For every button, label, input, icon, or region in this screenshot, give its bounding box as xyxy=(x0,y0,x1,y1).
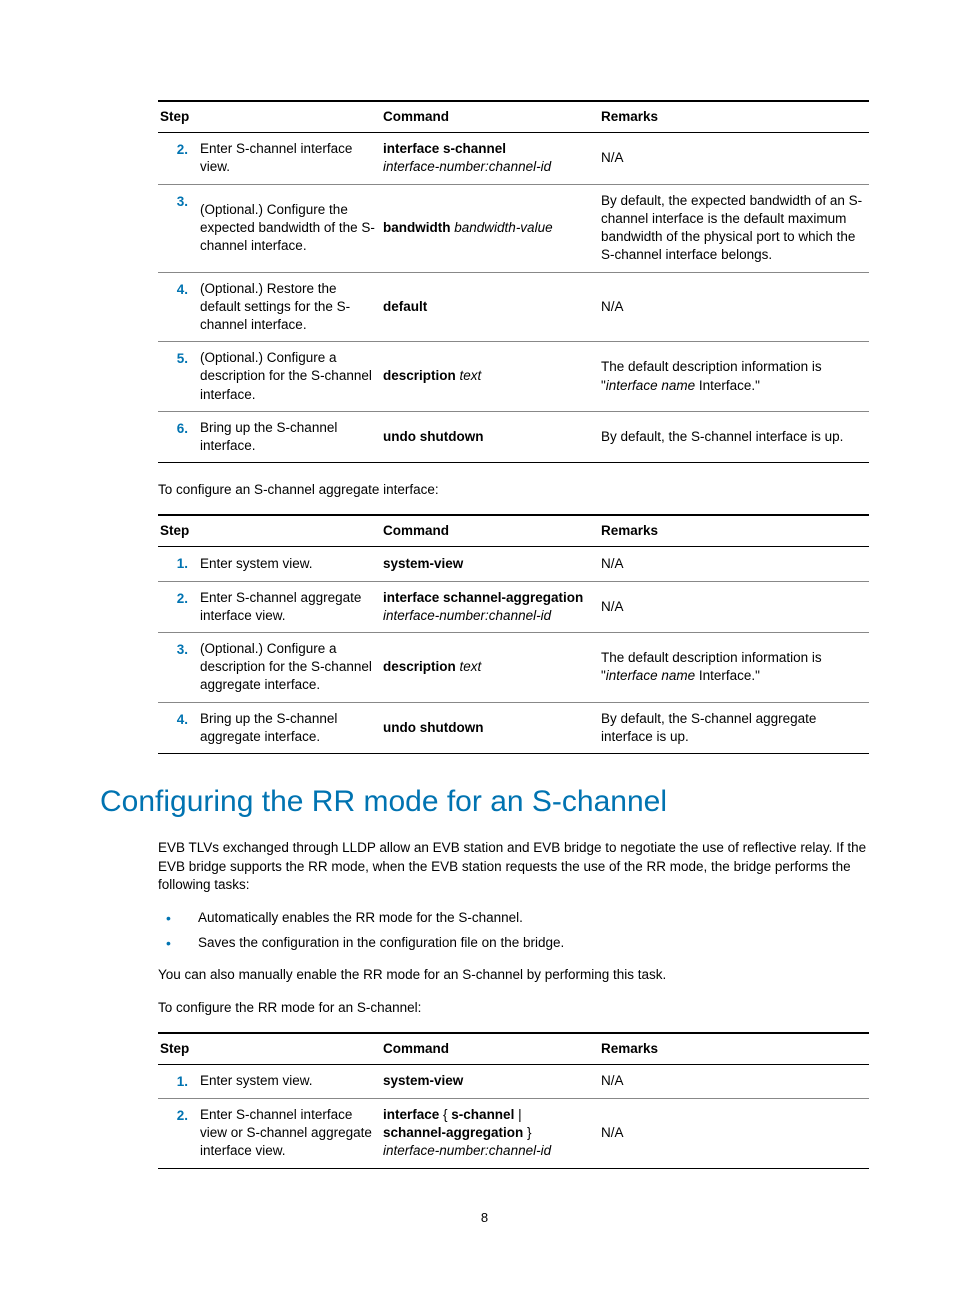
step-number: 4. xyxy=(158,272,198,342)
step-command: system-view xyxy=(381,547,599,581)
table-schannel-interface: Step Command Remarks 2. Enter S-channel … xyxy=(158,100,869,463)
step-number: 4. xyxy=(158,702,198,753)
table1-wrapper: Step Command Remarks 2. Enter S-channel … xyxy=(158,100,869,754)
step-command: default xyxy=(381,272,599,342)
table-row: 3. (Optional.) Configure the expected ba… xyxy=(158,184,869,272)
step-number: 2. xyxy=(158,1098,198,1168)
step-number: 1. xyxy=(158,1064,198,1098)
step-desc: Enter S-channel interface view. xyxy=(198,133,381,184)
col-step: Step xyxy=(158,515,381,547)
step-desc: Bring up the S-channel interface. xyxy=(198,411,381,462)
step-number: 3. xyxy=(158,633,198,703)
col-command: Command xyxy=(381,1033,599,1065)
table-row: 2. Enter S-channel aggregate interface v… xyxy=(158,581,869,632)
col-command: Command xyxy=(381,101,599,133)
table-schannel-aggregate: Step Command Remarks 1. Enter system vie… xyxy=(158,514,869,754)
step-command: system-view xyxy=(381,1064,599,1098)
section-body: EVB TLVs exchanged through LLDP allow an… xyxy=(158,839,869,1169)
step-remarks: The default description information is "… xyxy=(599,342,869,412)
step-number: 3. xyxy=(158,184,198,272)
step-command: description text xyxy=(381,633,599,703)
col-remarks: Remarks xyxy=(599,101,869,133)
page-number: 8 xyxy=(100,1209,869,1227)
col-remarks: Remarks xyxy=(599,515,869,547)
table-row: 1. Enter system view. system-view N/A xyxy=(158,1064,869,1098)
col-remarks: Remarks xyxy=(599,1033,869,1065)
step-remarks: N/A xyxy=(599,272,869,342)
table-row: 4. (Optional.) Restore the default setti… xyxy=(158,272,869,342)
table-row: 2. Enter S-channel interface view or S-c… xyxy=(158,1098,869,1168)
step-number: 6. xyxy=(158,411,198,462)
step-desc: Enter S-channel aggregate interface view… xyxy=(198,581,381,632)
step-desc: Enter S-channel interface view or S-chan… xyxy=(198,1098,381,1168)
step-desc: Bring up the S-channel aggregate interfa… xyxy=(198,702,381,753)
step-command: undo shutdown xyxy=(381,411,599,462)
table-row: 6. Bring up the S-channel interface. und… xyxy=(158,411,869,462)
step-remarks: By default, the expected bandwidth of an… xyxy=(599,184,869,272)
table-row: 5. (Optional.) Configure a description f… xyxy=(158,342,869,412)
section-heading: Configuring the RR mode for an S-channel xyxy=(100,782,869,823)
table-row: 2. Enter S-channel interface view. inter… xyxy=(158,133,869,184)
step-number: 2. xyxy=(158,133,198,184)
section-para: To configure the RR mode for an S-channe… xyxy=(158,999,869,1018)
list-item: Saves the configuration in the configura… xyxy=(158,934,869,952)
table-row: 4. Bring up the S-channel aggregate inte… xyxy=(158,702,869,753)
step-remarks: N/A xyxy=(599,1098,869,1168)
step-desc: Enter system view. xyxy=(198,1064,381,1098)
col-step: Step xyxy=(158,1033,381,1065)
step-remarks: N/A xyxy=(599,547,869,581)
table2-intro: To configure an S-channel aggregate inte… xyxy=(158,481,869,500)
step-remarks: By default, the S-channel interface is u… xyxy=(599,411,869,462)
step-remarks: By default, the S-channel aggregate inte… xyxy=(599,702,869,753)
table-row: 3. (Optional.) Configure a description f… xyxy=(158,633,869,703)
section-para: You can also manually enable the RR mode… xyxy=(158,966,869,985)
step-desc: Enter system view. xyxy=(198,547,381,581)
col-step: Step xyxy=(158,101,381,133)
bullet-list: Automatically enables the RR mode for th… xyxy=(158,909,869,951)
step-number: 2. xyxy=(158,581,198,632)
step-desc: (Optional.) Configure the expected bandw… xyxy=(198,184,381,272)
list-item: Automatically enables the RR mode for th… xyxy=(158,909,869,927)
step-remarks: The default description information is "… xyxy=(599,633,869,703)
step-command: bandwidth bandwidth-value xyxy=(381,184,599,272)
section-para: EVB TLVs exchanged through LLDP allow an… xyxy=(158,839,869,896)
step-desc: (Optional.) Configure a description for … xyxy=(198,342,381,412)
table-rr-mode: Step Command Remarks 1. Enter system vie… xyxy=(158,1032,869,1169)
step-command: undo shutdown xyxy=(381,702,599,753)
step-command: interface s-channel interface-number:cha… xyxy=(381,133,599,184)
step-number: 5. xyxy=(158,342,198,412)
step-desc: (Optional.) Restore the default settings… xyxy=(198,272,381,342)
step-command: interface { s-channel | schannel-aggrega… xyxy=(381,1098,599,1168)
col-command: Command xyxy=(381,515,599,547)
step-remarks: N/A xyxy=(599,1064,869,1098)
step-command: interface schannel-aggregation interface… xyxy=(381,581,599,632)
step-remarks: N/A xyxy=(599,581,869,632)
step-command: description text xyxy=(381,342,599,412)
step-number: 1. xyxy=(158,547,198,581)
table-row: 1. Enter system view. system-view N/A xyxy=(158,547,869,581)
step-desc: (Optional.) Configure a description for … xyxy=(198,633,381,703)
step-remarks: N/A xyxy=(599,133,869,184)
